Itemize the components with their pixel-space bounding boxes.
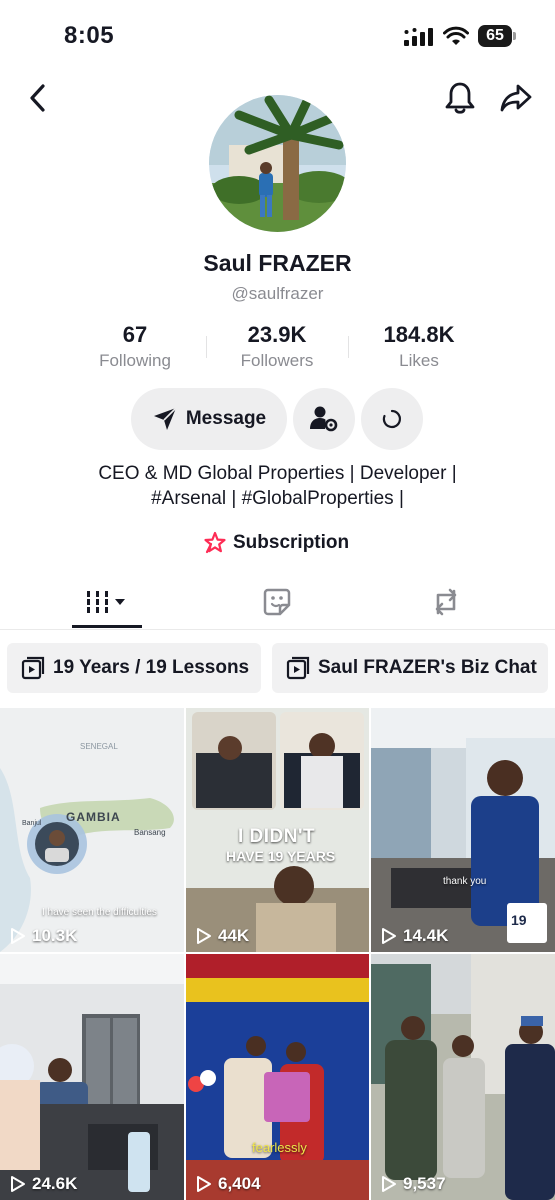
map-label-senegal: SENEGAL — [80, 742, 118, 751]
view-count: 9,537 — [381, 1174, 446, 1194]
play-outline-icon — [197, 928, 211, 944]
share-arrow-icon — [500, 84, 532, 112]
tab-videos[interactable] — [72, 578, 142, 626]
battery-level: 65 — [478, 25, 512, 47]
view-count: 6,404 — [196, 1174, 261, 1194]
cellular-signal-icon — [404, 28, 433, 46]
profile-tabs — [0, 578, 555, 630]
play-outline-icon — [11, 1176, 25, 1192]
view-count-label: 9,537 — [403, 1174, 446, 1193]
stat-following[interactable]: 67 Following — [65, 322, 205, 371]
stat-value: 184.8K — [383, 322, 455, 347]
video-thumbnail — [186, 954, 369, 1200]
bio-line: CEO & MD Global Properties | Developer | — [98, 463, 457, 484]
notifications-button[interactable] — [440, 78, 480, 118]
map-label-gambia: GAMBIA — [66, 810, 121, 824]
loading-spinner-icon — [382, 409, 401, 429]
play-outline-icon — [382, 1176, 396, 1192]
back-button[interactable] — [20, 80, 56, 116]
stat-followers[interactable]: 23.9K Followers — [207, 322, 347, 371]
bell-icon — [445, 82, 475, 114]
stat-label: Likes — [399, 351, 439, 370]
repost-icon — [435, 588, 457, 616]
stat-label: Following — [99, 351, 171, 370]
star-badge-icon — [204, 531, 226, 554]
avatar[interactable] — [209, 95, 346, 232]
view-count: 24.6K — [10, 1174, 77, 1194]
video-tile[interactable]: thank you 19 14.4K — [371, 708, 555, 952]
loading-button[interactable] — [361, 388, 423, 450]
message-button[interactable]: Message — [131, 388, 287, 450]
user-gear-icon — [310, 406, 338, 432]
stat-label: Followers — [240, 351, 314, 370]
playlist-label: Saul FRAZER's Biz Chat — [318, 657, 537, 678]
video-grid: SENEGAL GAMBIA Bansang Banjul I have see… — [0, 708, 555, 1200]
view-count: 10.3K — [10, 926, 77, 946]
message-label: Message — [185, 408, 267, 429]
stat-value: 67 — [122, 322, 148, 347]
view-count-label: 6,404 — [218, 1174, 261, 1193]
battery-icon: 65 — [478, 25, 516, 47]
video-tile[interactable]: I DIDN'T HAVE 19 YEARS 44K — [186, 708, 369, 952]
map-label-bansang: Bansang — [134, 828, 166, 837]
tab-reposts[interactable] — [416, 578, 476, 626]
playlist-19-years[interactable]: 19 Years / 19 Lessons — [7, 643, 261, 693]
video-thumbnail — [371, 708, 555, 952]
view-count-label: 10.3K — [32, 926, 78, 945]
friend-settings-button[interactable] — [293, 388, 355, 450]
stat-likes: 184.8K Likes — [349, 322, 489, 371]
video-overlay-text: I DIDN'T — [238, 826, 316, 847]
wifi-icon — [443, 26, 469, 45]
grid-icon — [87, 591, 125, 613]
video-tile[interactable]: 9,537 — [371, 954, 555, 1200]
subscription-label: Subscription — [233, 532, 350, 553]
view-count-label: 24.6K — [32, 1174, 78, 1193]
video-overlay-text: HAVE 19 YEARS — [226, 848, 336, 864]
view-count-label: 44K — [218, 926, 250, 945]
sticker-icon — [263, 588, 291, 616]
play-outline-icon — [382, 928, 396, 944]
video-badge: 19 — [511, 912, 527, 928]
play-outline-icon — [197, 1176, 211, 1192]
playlist-label: 19 Years / 19 Lessons — [53, 657, 250, 678]
video-thumbnail — [0, 954, 184, 1200]
subscription-link[interactable]: Subscription — [203, 529, 349, 557]
view-count: 14.4K — [381, 926, 448, 946]
video-tile[interactable]: fearlessly 6,404 — [186, 954, 369, 1200]
chevron-left-icon — [30, 84, 45, 112]
playlist-icon — [21, 656, 45, 680]
active-tab-indicator — [72, 625, 142, 628]
bio-line: #Arsenal | #GlobalProperties | — [151, 488, 404, 509]
play-outline-icon — [11, 928, 25, 944]
video-caption: thank you — [443, 876, 487, 887]
send-icon — [153, 407, 177, 430]
tab-stickers[interactable] — [247, 578, 307, 626]
video-tile[interactable]: SENEGAL GAMBIA Bansang Banjul I have see… — [0, 708, 184, 952]
video-tile[interactable]: 24.6K — [0, 954, 184, 1200]
view-count: 44K — [196, 926, 249, 946]
profile-handle: @saulfrazer — [231, 284, 324, 303]
status-bar: 8:05 65 — [0, 0, 555, 70]
profile-bio: CEO & MD Global Properties | Developer |… — [0, 461, 555, 511]
view-count-label: 14.4K — [403, 926, 449, 945]
video-caption: I have seen the difficulties — [42, 907, 157, 918]
playlist-icon — [286, 656, 310, 680]
profile-name: Saul FRAZER — [203, 250, 352, 276]
share-button[interactable] — [496, 78, 536, 118]
playlist-biz-chat[interactable]: Saul FRAZER's Biz Chat — [272, 643, 548, 693]
map-label-banjul: Banjul — [22, 820, 42, 827]
video-caption: fearlessly — [252, 1140, 307, 1155]
video-thumbnail — [371, 954, 555, 1200]
profile-stats: 67 Following 23.9K Followers 184.8K Like… — [0, 322, 555, 374]
status-time: 8:05 — [64, 22, 115, 49]
stat-value: 23.9K — [247, 322, 307, 347]
